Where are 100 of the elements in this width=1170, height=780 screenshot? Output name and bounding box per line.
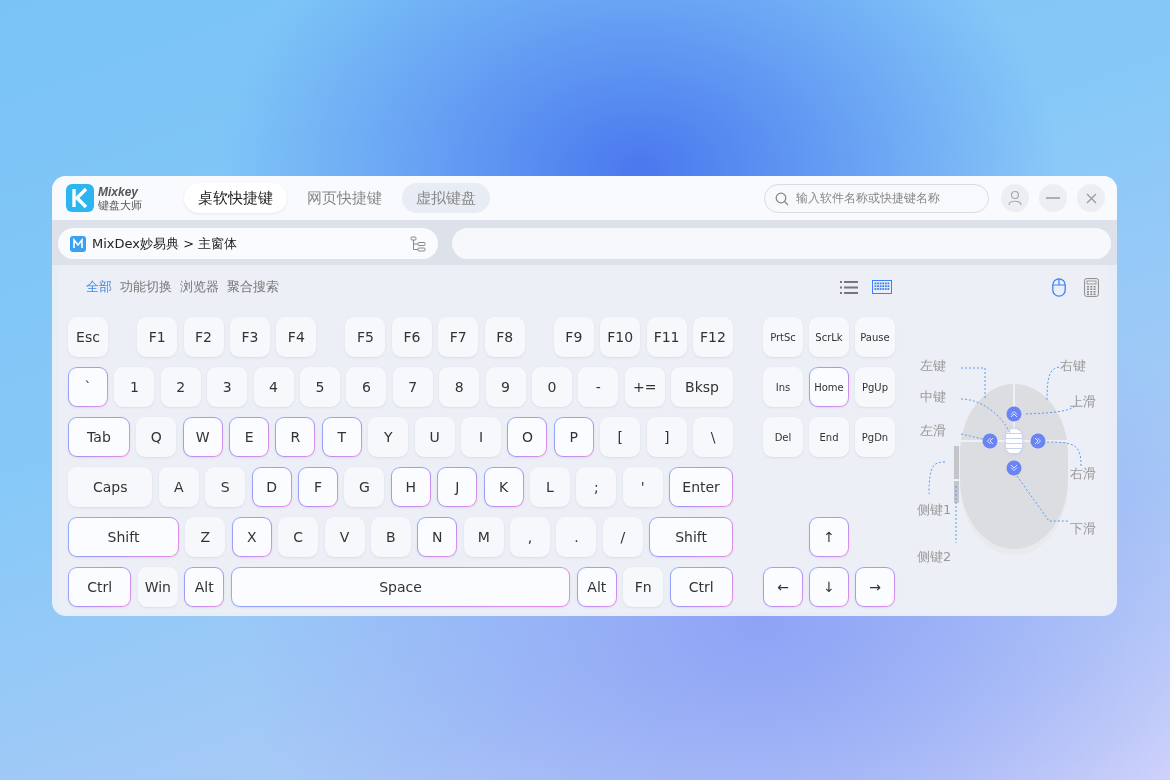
arrow-key[interactable]: → (855, 567, 895, 607)
keyboard-key[interactable]: [ (600, 417, 641, 457)
keyboard-key[interactable]: . (556, 517, 597, 557)
keyboard-key[interactable]: += (624, 367, 665, 407)
keyboard-key[interactable]: / (602, 517, 643, 557)
keyboard-key[interactable]: J (437, 467, 478, 507)
arrow-key[interactable]: ← (763, 567, 803, 607)
keyboard-key[interactable]: Home (809, 367, 849, 407)
keyboard-key[interactable]: \ (693, 417, 733, 457)
keypad-icon[interactable] (1084, 277, 1099, 297)
search-field[interactable]: 输入软件名称或快捷键名称 (764, 183, 989, 213)
keyboard-key[interactable]: ScrLk (809, 317, 849, 357)
keyboard-key[interactable]: Space (230, 567, 571, 607)
keyboard-key[interactable]: U (414, 417, 455, 457)
keyboard-key[interactable]: Del (763, 417, 803, 457)
minimize-button[interactable] (1039, 184, 1067, 212)
keyboard-key[interactable]: Y (368, 417, 409, 457)
keyboard-key[interactable]: F8 (484, 317, 525, 357)
keyboard-key[interactable]: O (507, 417, 548, 457)
keyboard-key[interactable]: 6 (346, 367, 387, 407)
keyboard-key[interactable]: C (278, 517, 319, 557)
keyboard-key[interactable]: Enter (669, 467, 733, 507)
filter-tab[interactable]: 功能切换 (120, 278, 172, 296)
keyboard-key[interactable]: Z (185, 517, 226, 557)
keyboard-key[interactable]: 4 (253, 367, 294, 407)
keyboard-key[interactable]: T (321, 417, 362, 457)
keyboard-key[interactable]: , (510, 517, 551, 557)
keyboard-key[interactable]: Caps (68, 467, 153, 507)
keyboard-key[interactable]: L (530, 467, 570, 507)
user-button[interactable] (1001, 184, 1029, 212)
keyboard-key[interactable]: F3 (229, 317, 270, 357)
keyboard-key[interactable]: 0 (531, 367, 572, 407)
keyboard-key[interactable]: P (553, 417, 594, 457)
keyboard-key[interactable]: Shift (68, 517, 179, 557)
keyboard-key[interactable]: PrtSc (763, 317, 803, 357)
keyboard-key[interactable]: - (578, 367, 619, 407)
keyboard-key[interactable]: F11 (646, 317, 687, 357)
filter-tab[interactable]: 浏览器 (180, 278, 219, 296)
keyboard-key[interactable]: ; (576, 467, 617, 507)
close-button[interactable] (1077, 184, 1105, 212)
keyboard-key[interactable]: 7 (392, 367, 433, 407)
keyboard-key[interactable]: Esc (68, 317, 108, 357)
keyboard-key[interactable]: V (324, 517, 365, 557)
keyboard-key[interactable]: Alt (576, 567, 617, 607)
keyboard-key[interactable]: Ins (763, 367, 803, 407)
keyboard-key[interactable]: PgDn (855, 417, 895, 457)
keyboard-key[interactable]: Fn (623, 567, 664, 607)
down-chevron-icon[interactable] (1006, 460, 1022, 476)
tree-icon[interactable] (410, 235, 426, 252)
keyboard-key[interactable]: 1 (114, 367, 155, 407)
keyboard-key[interactable]: B (370, 517, 411, 557)
keyboard-key[interactable]: H (390, 467, 431, 507)
keyboard-key[interactable]: K (483, 467, 524, 507)
keyboard-key[interactable]: PgUp (855, 367, 895, 407)
keyboard-key[interactable]: 2 (160, 367, 201, 407)
tab[interactable]: 桌软快捷键 (184, 183, 287, 213)
keyboard-key[interactable]: X (231, 517, 272, 557)
arrow-key[interactable]: ↑ (809, 517, 849, 557)
filter-tab[interactable]: 聚合搜索 (227, 278, 279, 296)
keyboard-key[interactable]: Ctrl (669, 567, 733, 607)
keyboard-key[interactable]: F5 (345, 317, 386, 357)
keyboard-key[interactable]: 8 (439, 367, 480, 407)
keyboard-key[interactable]: F7 (438, 317, 479, 357)
keyboard-key[interactable]: G (344, 467, 385, 507)
left-chevron-icon[interactable] (982, 433, 998, 449)
mouse-icon[interactable] (1052, 277, 1066, 297)
keyboard-key[interactable]: F (298, 467, 339, 507)
keyboard-key[interactable]: F1 (137, 317, 178, 357)
keyboard-key[interactable]: A (158, 467, 199, 507)
keyboard-key[interactable]: R (275, 417, 316, 457)
keyboard-key[interactable]: Shift (649, 517, 733, 557)
tab[interactable]: 网页快捷键 (293, 183, 396, 213)
keyboard-key[interactable]: F9 (553, 317, 594, 357)
keyboard-key[interactable]: 5 (299, 367, 340, 407)
keyboard-key[interactable]: E (229, 417, 270, 457)
keyboard-key[interactable]: ' (622, 467, 663, 507)
keyboard-key[interactable]: D (251, 467, 292, 507)
keyboard-key[interactable]: 3 (207, 367, 248, 407)
list-icon[interactable] (840, 280, 858, 294)
keyboard-key[interactable]: F4 (276, 317, 317, 357)
keyboard-key[interactable]: I (461, 417, 502, 457)
keyboard-key[interactable]: F2 (183, 317, 224, 357)
up-chevron-icon[interactable] (1006, 406, 1022, 422)
keyboard-key[interactable]: ] (646, 417, 687, 457)
keyboard-key[interactable]: F12 (693, 317, 733, 357)
keyboard-key[interactable]: Alt (184, 567, 225, 607)
keyboard-key[interactable]: M (463, 517, 504, 557)
right-chevron-icon[interactable] (1030, 433, 1046, 449)
keyboard-key[interactable]: Pause (855, 317, 895, 357)
keyboard-key[interactable]: S (205, 467, 246, 507)
keyboard-key[interactable]: Tab (68, 417, 130, 457)
keyboard-key[interactable]: F10 (600, 317, 641, 357)
keyboard-key[interactable]: Win (137, 567, 178, 607)
keyboard-key[interactable]: ` (68, 367, 108, 407)
keyboard-icon[interactable] (872, 280, 892, 294)
keyboard-key[interactable]: 9 (485, 367, 526, 407)
keyboard-key[interactable]: Ctrl (68, 567, 132, 607)
keyboard-key[interactable]: Bksp (671, 367, 733, 407)
keyboard-key[interactable]: F6 (391, 317, 432, 357)
arrow-key[interactable]: ↓ (809, 567, 849, 607)
